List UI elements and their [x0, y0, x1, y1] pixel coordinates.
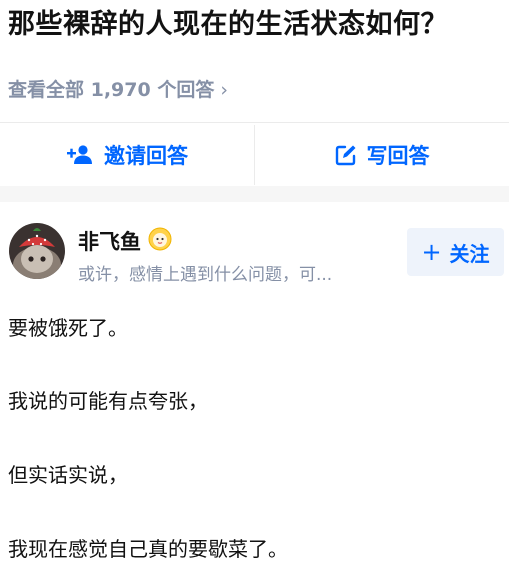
answer-paragraph: 我现在感觉自己真的要歇菜了。	[8, 537, 288, 561]
follow-label: 关注	[449, 241, 490, 266]
invite-answer-label: 邀请回答	[104, 144, 188, 168]
answer-paragraph: 要被饿死了。	[8, 316, 128, 340]
answer-action-bar: 邀请回答 写回答	[0, 122, 509, 187]
follow-button[interactable]: + 关注	[407, 228, 504, 276]
question-title: 那些裸辞的人现在的生活状态如何？	[8, 9, 448, 40]
author-avatar[interactable]	[9, 223, 65, 279]
write-answer-label: 写回答	[366, 144, 430, 168]
answer-count-label: 查看全部 1,970 个回答	[8, 79, 215, 101]
plus-icon: +	[421, 238, 442, 266]
view-all-answers-link[interactable]: 查看全部 1,970 个回答 ›	[8, 75, 228, 102]
author-bio: 或许，感情上遇到什么问题，可...	[78, 265, 333, 285]
emoji-badge-icon	[148, 227, 172, 251]
author-name[interactable]: 非飞鱼	[78, 226, 141, 256]
invite-answer-button[interactable]: 邀请回答	[0, 123, 254, 187]
edit-icon	[335, 145, 355, 166]
section-divider	[0, 186, 509, 202]
answer-paragraph: 但实话实说，	[8, 463, 128, 487]
invite-user-icon	[67, 145, 92, 164]
chevron-right-icon: ›	[220, 79, 228, 101]
write-answer-button[interactable]: 写回答	[255, 123, 509, 187]
answer-paragraph: 我说的可能有点夸张，	[8, 389, 208, 413]
